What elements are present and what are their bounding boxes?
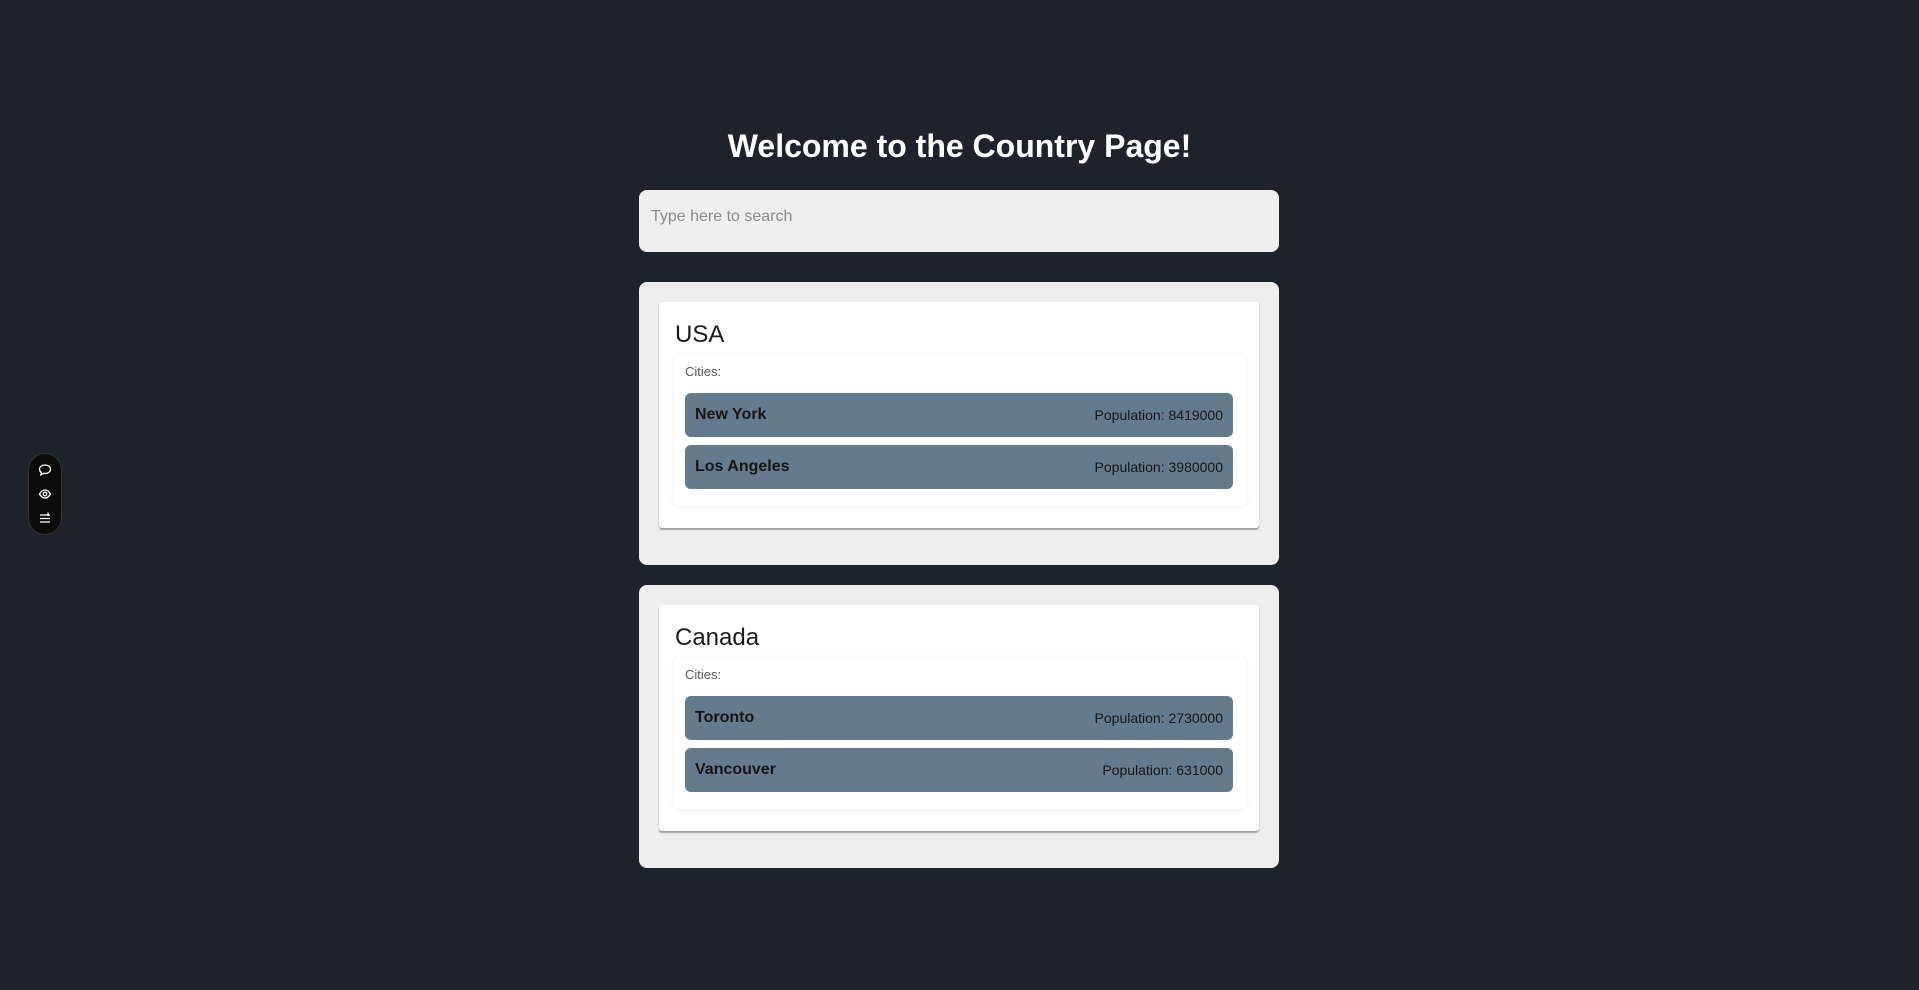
cities-label: Cities: [685,667,722,682]
city-row-vancouver[interactable]: Vancouver Population: 631000 [685,748,1233,792]
city-population: Population: 3980000 [1094,459,1223,475]
country-card: USA Cities: New York Population: 8419000… [659,302,1259,528]
city-population: Population: 2730000 [1094,710,1223,726]
city-name: New York [695,406,767,423]
city-row-toronto[interactable]: Toronto Population: 2730000 [685,696,1233,740]
city-population: Population: 8419000 [1094,407,1223,423]
country-panel-canada: Canada Cities: Toronto Population: 27300… [639,585,1279,868]
chat-bubble-icon[interactable] [37,462,53,478]
country-card: Canada Cities: Toronto Population: 27300… [659,605,1259,831]
city-row-new-york[interactable]: New York Population: 8419000 [685,393,1233,437]
cities-list: Cities: Toronto Population: 2730000 Vanc… [674,657,1246,809]
eye-icon[interactable] [37,486,53,502]
search-input[interactable] [639,190,1279,252]
cities-list: Cities: New York Population: 8419000 Los… [674,354,1246,506]
country-name: Canada [675,624,760,651]
city-row-los-angeles[interactable]: Los Angeles Population: 3980000 [685,445,1233,489]
page-title: Welcome to the Country Page! [727,128,1192,164]
floating-toolbar [29,454,61,534]
city-name: Vancouver [695,761,776,778]
sliders-icon[interactable] [37,510,53,526]
cities-label: Cities: [685,364,722,379]
country-panel-usa: USA Cities: New York Population: 8419000… [639,282,1279,565]
city-name: Toronto [695,709,755,726]
country-name: USA [675,321,725,348]
city-population: Population: 631000 [1102,762,1223,778]
city-name: Los Angeles [695,458,790,475]
